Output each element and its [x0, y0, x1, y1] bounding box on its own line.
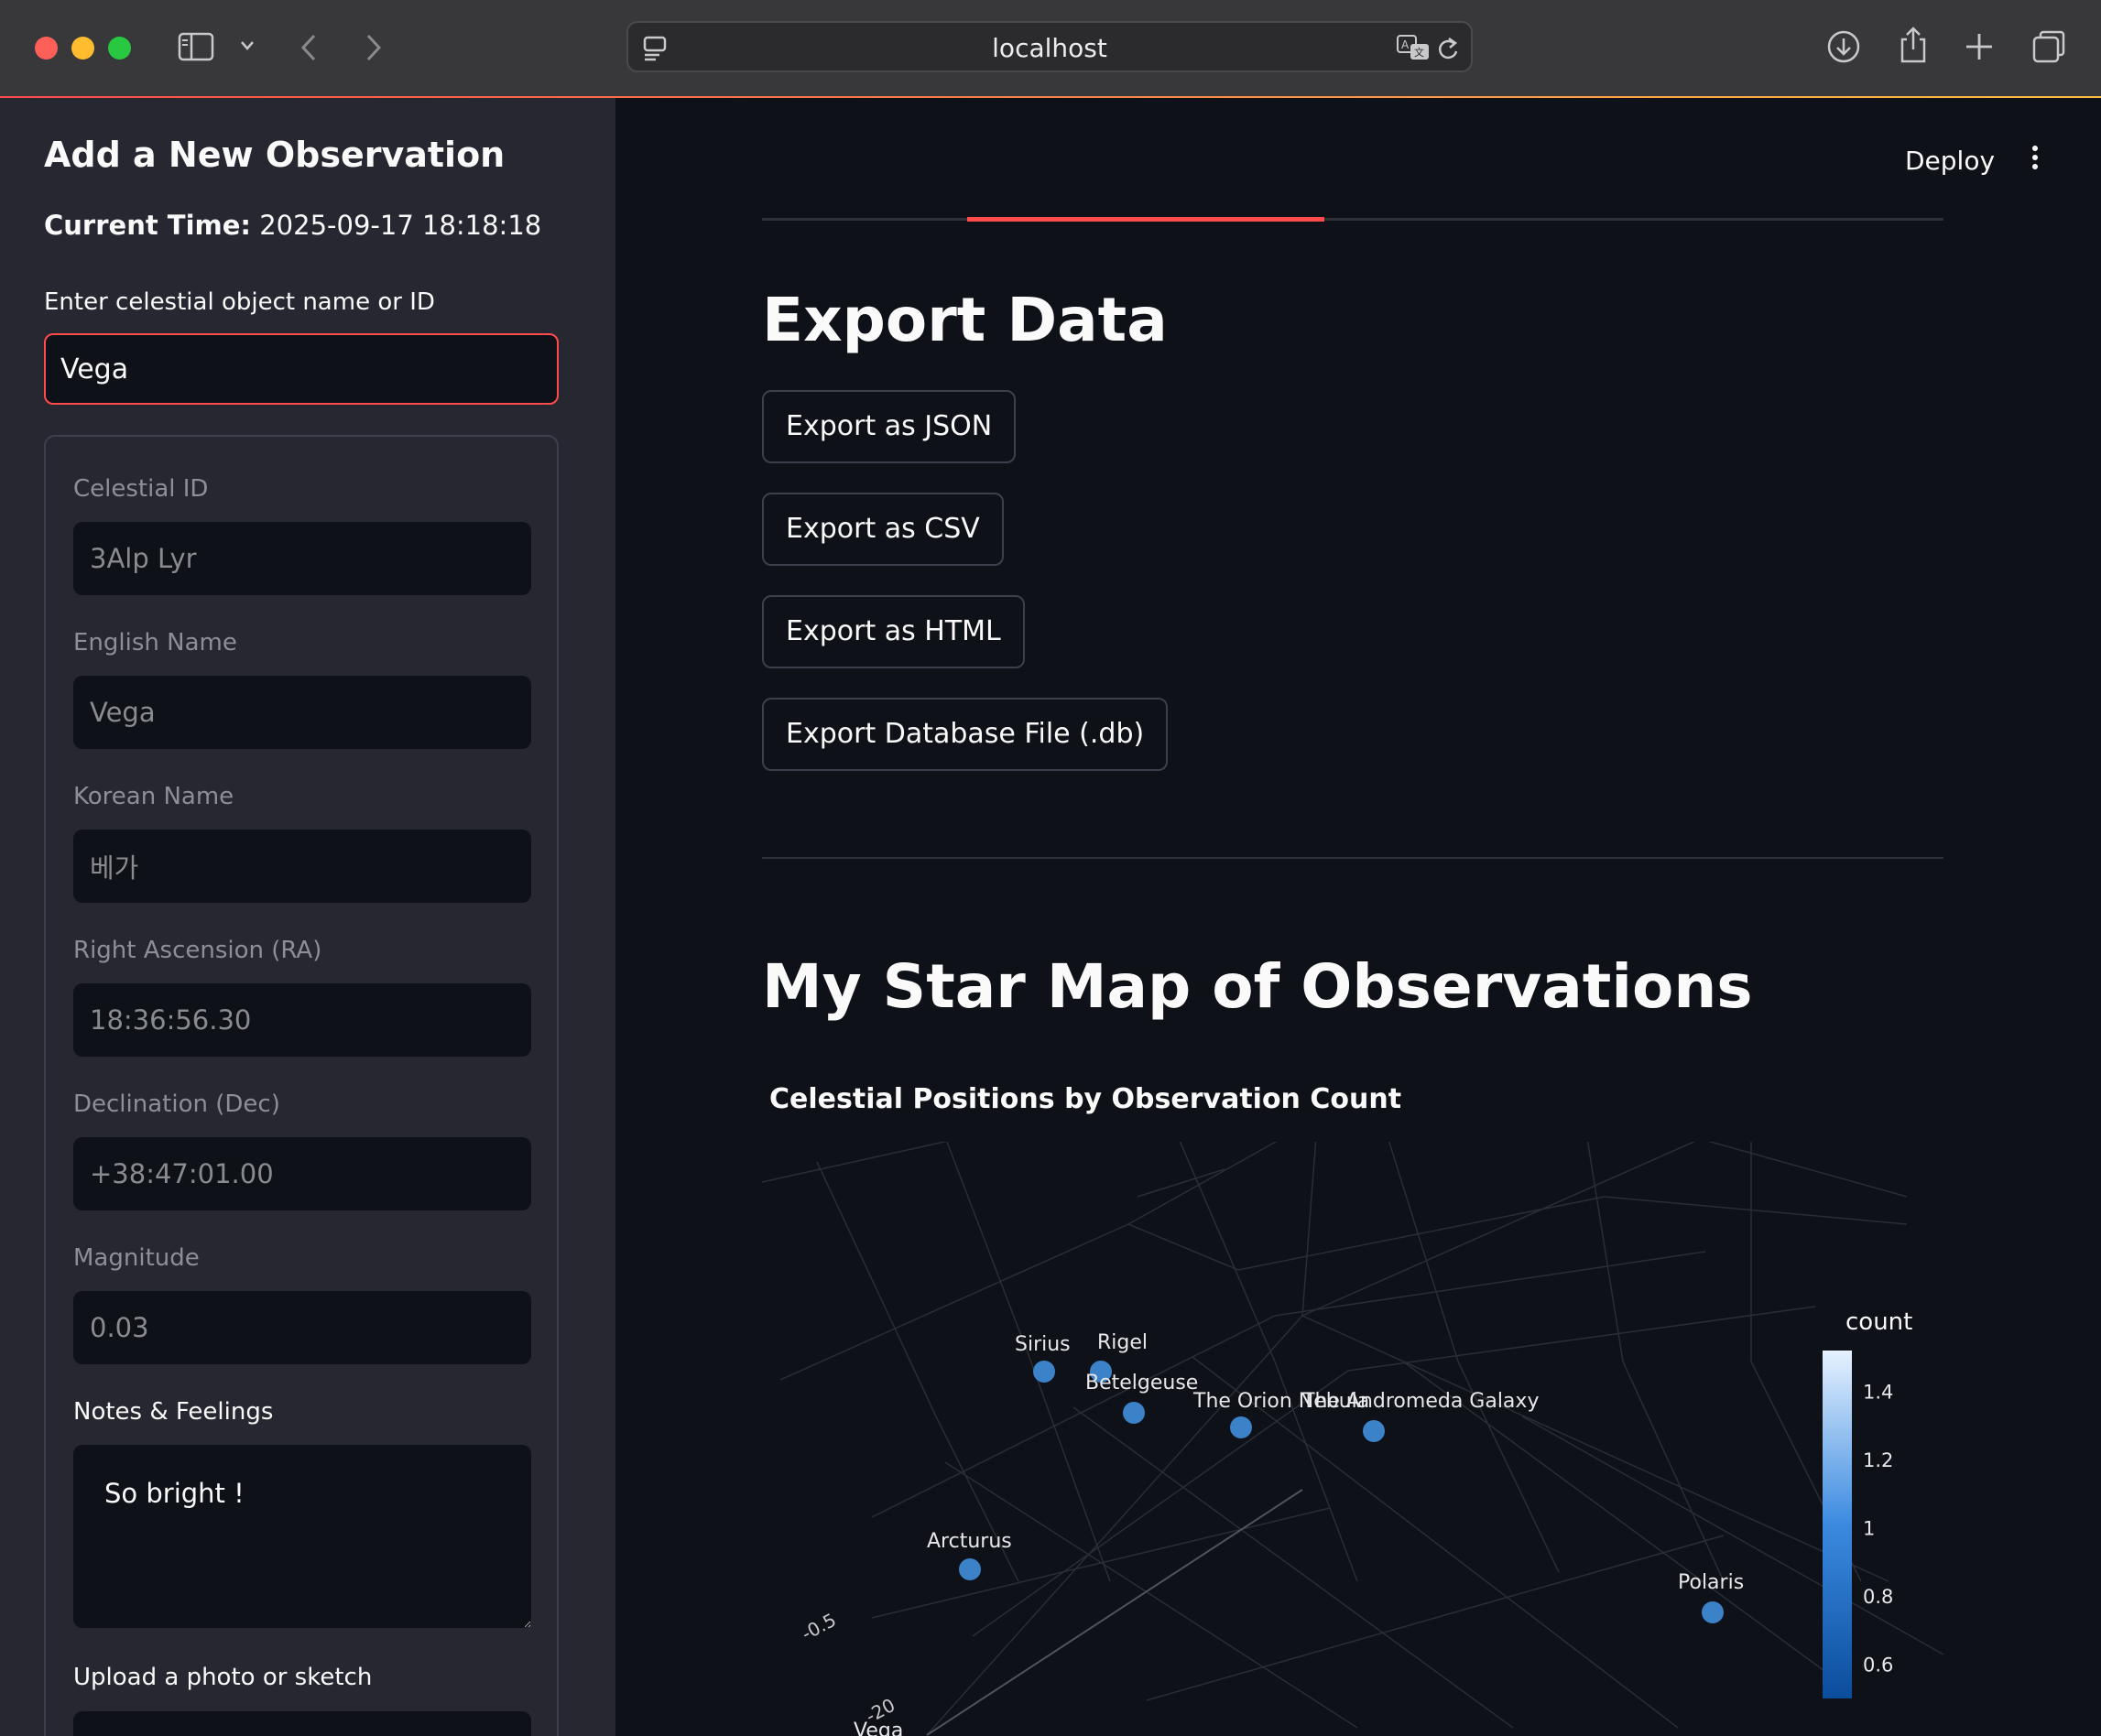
colorbar-tick-label: 1.2	[1863, 1449, 1893, 1471]
celestial-id-label: Celestial ID	[73, 475, 209, 503]
point-label-betelgeuse: Betelgeuse	[1085, 1372, 1198, 1394]
star-map-chart[interactable]: -0.5-200 SiriusRigelBetelgeuseThe Orion …	[762, 1142, 1980, 1736]
sidebar: Add a New Observation Current Time: 2025…	[0, 98, 615, 1736]
colorbar	[1823, 1351, 1852, 1698]
point-polaris[interactable]	[1702, 1601, 1724, 1623]
colorbar-tick-label: 0.8	[1863, 1586, 1893, 1608]
map-heading: My Star Map of Observations	[762, 951, 1753, 1022]
notes-textarea[interactable]: So bright !	[73, 1445, 531, 1628]
zoom-window-button[interactable]	[108, 37, 131, 60]
point-sirius[interactable]	[1033, 1361, 1055, 1383]
close-window-button[interactable]	[35, 37, 58, 60]
search-label: Enter celestial object name or ID	[44, 288, 435, 316]
point-the-orion-nebula[interactable]	[1230, 1416, 1252, 1438]
celestial-search-input[interactable]	[44, 333, 559, 405]
observation-form: Celestial ID English Name Korean Name Ri…	[44, 435, 559, 1736]
more-menu-icon[interactable]	[2026, 142, 2044, 179]
download-icon[interactable]	[1826, 29, 1861, 64]
chart-axis-line	[926, 1489, 1303, 1736]
point-label-rigel: Rigel	[1097, 1331, 1148, 1354]
colorbar-title: count	[1845, 1308, 1912, 1336]
export-json-button[interactable]: Export as JSON	[762, 390, 1017, 463]
point-the-andromeda-galaxy[interactable]	[1363, 1420, 1385, 1442]
point-label-arcturus: Arcturus	[927, 1530, 1012, 1553]
ra-label: Right Ascension (RA)	[73, 937, 322, 964]
main-content: Deploy Export Data Export as JSON Export…	[615, 98, 2101, 1736]
point-betelgeuse[interactable]	[1123, 1402, 1145, 1424]
dec-label: Declination (Dec)	[73, 1090, 280, 1118]
forward-icon[interactable]	[364, 33, 384, 62]
top-divider-accent	[967, 217, 1324, 222]
point-label-the-andromeda-galaxy: The Andromeda Galaxy	[1301, 1390, 1539, 1413]
point-label-polaris: Polaris	[1678, 1571, 1744, 1594]
svg-text:文: 文	[1414, 46, 1424, 59]
point-arcturus[interactable]	[959, 1558, 981, 1580]
svg-text:A: A	[1401, 38, 1410, 51]
upload-label: Upload a photo or sketch	[73, 1664, 373, 1691]
colorbar-tick-label: 1.4	[1863, 1382, 1893, 1404]
browser-toolbar: localhost A 文	[0, 0, 2101, 99]
point-label-sirius: Sirius	[1015, 1333, 1071, 1356]
korean-name-field	[73, 830, 531, 903]
chevron-down-icon[interactable]	[240, 40, 255, 51]
share-icon[interactable]	[1898, 26, 1929, 64]
colorbar-ticks: 1.4 1.2 1 0.8 0.6	[1863, 1382, 1893, 1676]
current-time-value: 2025-09-17 18:18:18	[259, 210, 542, 241]
chart-title: Celestial Positions by Observation Count	[769, 1083, 1402, 1115]
export-heading: Export Data	[762, 285, 1168, 355]
reload-icon[interactable]	[1436, 36, 1460, 61]
magnitude-label: Magnitude	[73, 1244, 200, 1272]
export-csv-button[interactable]: Export as CSV	[762, 493, 1004, 566]
colorbar-tick-label: 1	[1863, 1518, 1875, 1540]
english-name-label: English Name	[73, 629, 237, 656]
magnitude-field	[73, 1291, 531, 1364]
deploy-button[interactable]: Deploy	[1905, 146, 1995, 176]
export-html-button[interactable]: Export as HTML	[762, 595, 1025, 668]
current-time-label: Current Time:	[44, 210, 252, 241]
export-db-button[interactable]: Export Database File (.db)	[762, 698, 1169, 771]
celestial-id-field	[73, 522, 531, 595]
file-uploader[interactable]	[73, 1711, 531, 1736]
new-tab-icon[interactable]	[1964, 31, 1995, 62]
axis-tick-label: -0.5	[798, 1609, 840, 1645]
axis-tick-labels: -0.5-200	[798, 1609, 898, 1728]
address-bar[interactable]: localhost A 文	[626, 21, 1473, 72]
colorbar-tick-label: 0.6	[1863, 1655, 1893, 1676]
url-text: localhost	[992, 33, 1107, 63]
english-name-field	[73, 676, 531, 749]
minimize-window-button[interactable]	[71, 37, 94, 60]
korean-name-label: Korean Name	[73, 783, 234, 810]
dec-field	[73, 1137, 531, 1210]
back-icon[interactable]	[299, 33, 319, 62]
tabs-overview-icon[interactable]	[2031, 29, 2066, 64]
current-time: Current Time: 2025-09-17 18:18:18	[44, 210, 541, 241]
chart-gridlines	[762, 1142, 1944, 1736]
ra-field	[73, 983, 531, 1057]
section-divider	[762, 857, 1943, 859]
sidebar-title: Add a New Observation	[44, 135, 506, 175]
notes-label: Notes & Feelings	[73, 1398, 274, 1426]
top-divider	[762, 218, 1943, 221]
sidebar-toggle-icon[interactable]	[178, 31, 214, 62]
translate-icon[interactable]: A 文	[1396, 34, 1431, 61]
point-label-vega: Vega	[854, 1720, 903, 1736]
